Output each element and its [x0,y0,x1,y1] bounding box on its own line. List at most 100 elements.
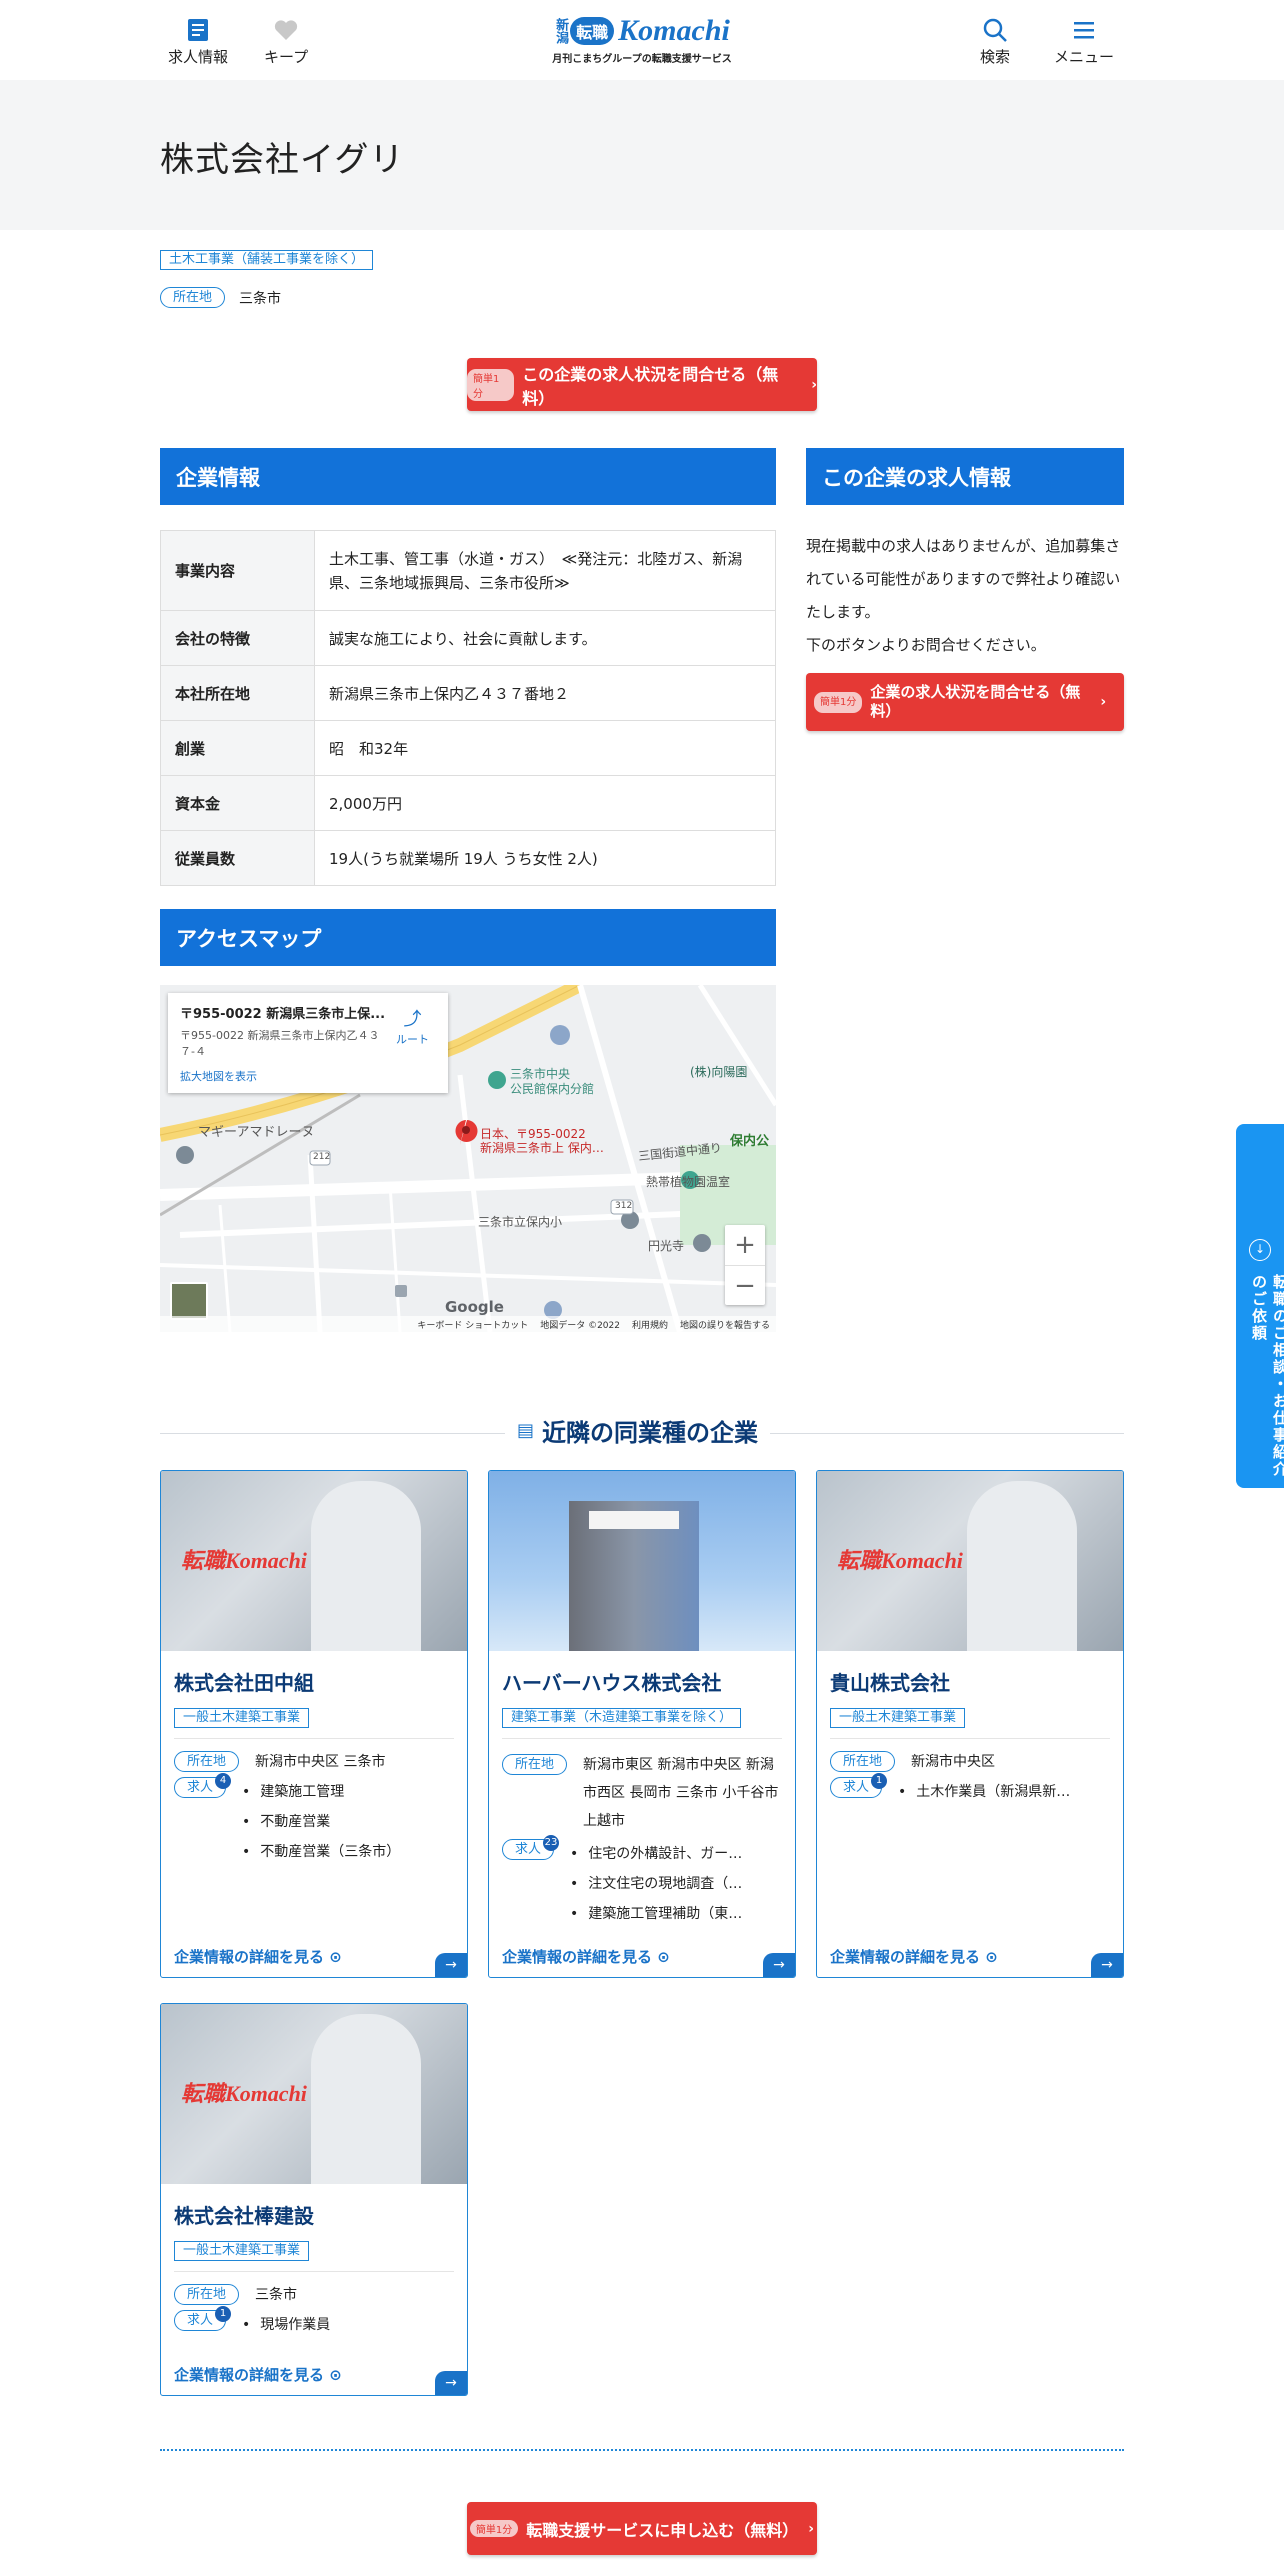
apply-mini-badge: 簡単1分 [469,2520,519,2537]
map-route-link[interactable]: ⤴ ルート [396,1005,429,1047]
company-card-jobs: 建築施工管理 不動産営業 不動産営業（三条市） [242,1777,400,1867]
job-item[interactable]: 建築施工管理補助（東… [570,1899,742,1929]
info-key: 事業内容 [160,530,315,611]
consult-side-tab[interactable]: ↓ 転職のご相談・お仕事紹介のご依頼 [1236,1124,1284,1488]
site-header: 求人情報 キープ 新潟 転職 Komachi 月刊こまちグループの転職支援サービ… [0,0,1284,80]
job-item[interactable]: 現場作業員 [242,2310,330,2340]
nav-jobs-label: 求人情報 [168,48,229,66]
building-icon: ▤ [517,1420,535,1441]
company-detail-link[interactable]: 企業情報の詳細を見る ⊙ [830,1946,998,1967]
nav-search[interactable]: 検索 [980,14,1010,67]
map-route-label: ルート [396,1033,429,1046]
chevron-right-icon: › [808,2520,815,2537]
nav-keep[interactable]: キープ [264,14,308,67]
jobs-pill: 求人 1 [830,1773,888,1798]
info-value: 昭 和32年 [314,720,776,776]
worker-photo [311,2014,421,2184]
inquiry-mini-badge: 簡単1分 [467,368,515,401]
map-shortcuts-link[interactable]: キーボード ショートカット [417,1318,528,1331]
logo-niigata: 新潟 [553,18,569,44]
info-key: 会社の特徴 [160,610,315,666]
map-pin-label-line2: 新潟県三条市上 保内… [480,1141,604,1155]
company-card[interactable]: 転職Komachi 貴山株式会社 一般土木建築工事業 所在地 新潟市中央区 求人 1… [816,1470,1124,1978]
site-logo[interactable]: 新潟 転職 Komachi 月刊こまちグループの転職支援サービス [541,14,743,65]
info-value: 2,000万円 [314,775,776,831]
nav-menu-label: メニュー [1054,48,1115,66]
jobs-count-badge: 1 [871,1773,888,1789]
company-card-name[interactable]: 貴山株式会社 [830,1667,1123,1696]
chevron-right-icon: › [811,376,817,393]
company-card-name[interactable]: 株式会社棒建設 [174,2200,467,2229]
company-location: 所在地 三条市 [160,287,281,308]
inquiry-button-side[interactable]: 簡単1分 企業の求人状況を問合せる（無料） › [806,673,1124,731]
company-detail-link[interactable]: 企業情報の詳細を見る ⊙ [174,1946,342,1967]
card-logo-watermark: 転職Komachi [181,1548,307,1573]
inquiry-mini-badge: 簡単1分 [814,691,863,713]
jobs-heading: この企業の求人情報 [806,448,1124,505]
nav-menu[interactable]: メニュー [1054,14,1114,67]
info-row: 事業内容 土木工事、管工事（水道・ガス） ≪発注元：北陸ガス、新潟県、三条地域振興… [160,530,776,611]
access-map[interactable]: 〒955-0022 新潟県三条市上保... 〒955-0022 新潟県三条市上保… [160,985,776,1332]
consult-side-tab-label: 転職のご相談・お仕事紹介のご依頼 [1250,1274,1284,1478]
company-card-jobs: 現場作業員 [242,2310,330,2340]
chevron-circle-icon: ⊙ [329,2366,342,2384]
company-card-tag: 一般土木建築工事業 [830,1708,966,1728]
jobs-count-badge: 23 [543,1835,560,1851]
nav-jobs[interactable]: 求人情報 [168,14,228,67]
location-pill: 所在地 [830,1751,896,1772]
job-item[interactable]: 注文住宅の現地調査（… [570,1869,742,1899]
jobs-text: 現在掲載中の求人はありませんが、追加募集されている可能性がありますので弊社より確… [806,537,1121,654]
info-value: 19人(うち就業場所 19人 うち女性 2人) [314,830,776,886]
company-card-jobs: 住宅の外構設計、ガー… 注文住宅の現地調査（… 建築施工管理補助（東… [570,1839,742,1929]
company-card-image [489,1471,795,1651]
inquiry-button-top[interactable]: 簡単1分 この企業の求人状況を問合せる（無料） › [467,358,817,411]
job-item[interactable]: 建築施工管理 [242,1777,400,1807]
company-card[interactable]: 転職Komachi 株式会社田中組 一般土木建築工事業 所在地 新潟市中央区 三条… [160,1470,468,1978]
job-item[interactable]: 土木作業員（新潟県新… [898,1777,1070,1807]
company-card-image: 転職Komachi [161,2004,467,2184]
map-footer: キーボード ショートカット 地図データ ©2022 利用規約 地図の誤りを報告す… [160,1316,776,1332]
industry-tag: 土木工事業（舗装工事業を除く） [160,250,374,270]
company-card[interactable]: 転職Komachi 株式会社棒建設 一般土木建築工事業 所在地三条市 求人1 現… [160,2003,468,2396]
zoom-in-button[interactable]: + [725,1225,765,1265]
map-report-link[interactable]: 地図の誤りを報告する [680,1318,770,1331]
map-enlarge-link[interactable]: 拡大地図を表示 [180,1068,436,1084]
company-card[interactable]: ハーバーハウス株式会社 建築工事業（木造建築工事業を除く） 所在地 新潟市東区 新… [488,1470,796,1978]
jobs-pill: 求人 23 [502,1835,560,1860]
company-card-name[interactable]: ハーバーハウス株式会社 [502,1667,795,1696]
satellite-toggle[interactable] [170,1282,208,1320]
job-item[interactable]: 不動産営業 [242,1807,400,1837]
jobs-count-badge: 4 [215,1773,232,1789]
company-card-name[interactable]: 株式会社田中組 [174,1667,467,1696]
card-logo-watermark: 転職Komachi [181,2081,307,2106]
location-value: 三条市 [239,290,282,307]
page-title: 株式会社イグリ [160,140,405,180]
map-label-nettai: 熱帯植物園温室 [646,1175,731,1189]
company-card-location: 新潟市東区 新潟市中央区 新潟市西区 長岡市 三条市 小千谷市 上越市 [583,1757,779,1829]
chevron-circle-icon: ⊙ [329,1948,342,1966]
nearby-heading: ▤ 近隣の同業種の企業 [160,1413,1124,1453]
company-card-image: 転職Komachi [161,1471,467,1651]
jobs-count-badge: 1 [215,2306,232,2322]
chevron-circle-icon: ⊙ [657,1948,670,1966]
location-pill: 所在地 [174,1751,240,1772]
map-pin-label-line1: 日本、〒955-0022 [480,1127,586,1141]
location-pill: 所在地 [174,2284,240,2305]
job-item[interactable]: 不動産営業（三条市） [242,1837,400,1867]
map-popup-title: 〒955-0022 新潟県三条市上保... [180,1007,386,1022]
zoom-out-button[interactable]: − [725,1265,765,1305]
map-route-312: 312 [615,1201,633,1211]
info-row: 本社所在地 新潟県三条市上保内乙４３７番地２ [160,665,776,721]
company-detail-link[interactable]: 企業情報の詳細を見る ⊙ [502,1946,670,1967]
info-value: 新潟県三条市上保内乙４３７番地２ [314,665,776,721]
map-pin-label: 日本、〒955-0022 新潟県三条市上 保内… [480,1127,604,1155]
chevron-right-icon: › [1100,693,1107,710]
company-detail-link[interactable]: 企業情報の詳細を見る ⊙ [174,2364,342,2385]
apply-service-button[interactable]: 簡単1分 転職支援サービスに申し込む（無料） › [467,2502,817,2555]
arrow-right-icon: → [435,2371,467,2395]
info-value: 誠実な施工により、社会に貢献します。 [314,610,776,666]
apply-service-label: 転職支援サービスに申し込む（無料） [526,2520,799,2540]
job-item[interactable]: 住宅の外構設計、ガー… [570,1839,742,1869]
map-terms-link[interactable]: 利用規約 [632,1318,668,1331]
company-info-table: 事業内容 土木工事、管工事（水道・ガス） ≪発注元：北陸ガス、新潟県、三条地域振興… [160,530,776,886]
